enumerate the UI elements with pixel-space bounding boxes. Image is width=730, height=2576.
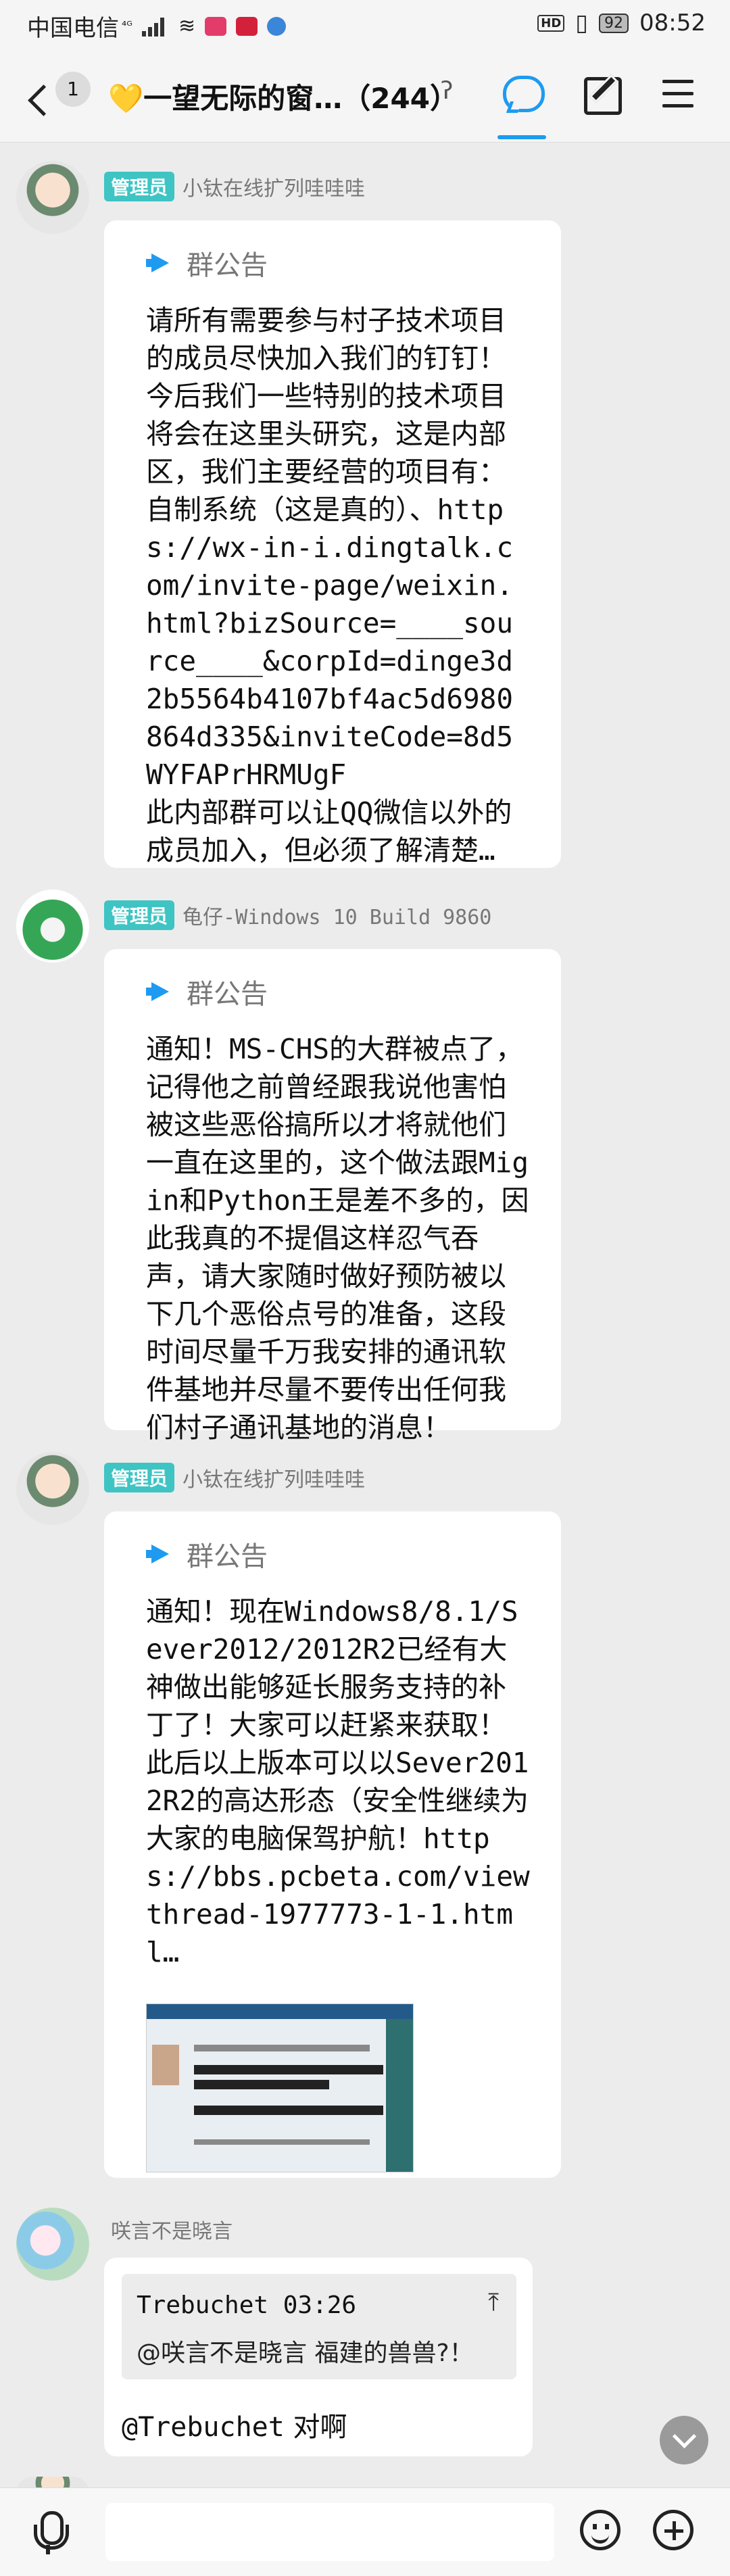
status-left: 中国电信 ⁴ᴳ ≋ — [27, 9, 287, 43]
status-right: HD ▯ 92 08:52 — [537, 9, 706, 37]
chat-title-text: 一望无际的窗…（244） — [143, 82, 458, 115]
message-meta: 咲言不是晓言 — [111, 2214, 233, 2244]
reply-text: @Trebuchet 对啊 — [122, 2405, 347, 2444]
vibrate-icon: ▯ — [575, 9, 589, 37]
announcement-card[interactable]: 群公告 通知！MS-CHS的大群被点了，记得他之前曾经跟我说他害怕被这些恶俗搞所… — [104, 949, 561, 1444]
sender-name[interactable]: 咲言不是晓言 — [111, 2214, 233, 2244]
mention[interactable]: @Trebuchet — [122, 2412, 285, 2443]
edit-note-icon[interactable] — [579, 70, 626, 118]
app-notification-icon — [236, 16, 258, 36]
announcement-header: 群公告 — [146, 243, 268, 283]
avatar[interactable] — [16, 161, 89, 234]
announcement-card[interactable]: 群公告 通知！现在Windows8/8.1/Sever2012/2012R2已经… — [104, 1511, 561, 2178]
reply-message[interactable]: Trebuchet 03:26 ⤒ @咲言不是晓言 福建的兽兽?！ @Trebu… — [104, 2258, 533, 2456]
megaphone-icon — [146, 982, 172, 1001]
announcement-body: 通知！MS-CHS的大群被点了，记得他之前曾经跟我说他害怕被这些恶俗搞所以才将就… — [146, 1033, 529, 1444]
jump-to-quote-icon[interactable]: ⤒ — [488, 2289, 499, 2317]
signal-icon — [142, 16, 169, 37]
announcement-label: 群公告 — [187, 250, 268, 281]
wifi-icon: ≋ — [178, 14, 196, 38]
status-bar: 中国电信 ⁴ᴳ ≋ HD ▯ 92 08:52 — [0, 0, 730, 54]
announcement-image[interactable] — [146, 2003, 414, 2172]
message-meta: 管理员 龟仔-Windows 10 Build 9860 — [104, 900, 491, 930]
hd-icon: HD — [537, 14, 565, 32]
quote-text: @咲言不是晓言 福建的兽兽?！ — [137, 2339, 474, 2367]
chat-bubble-icon[interactable] — [497, 70, 545, 118]
ear-icon[interactable]: ʔ — [441, 77, 453, 105]
sender-name[interactable]: 龟仔-Windows 10 Build 9860 — [182, 900, 491, 930]
network-type: ⁴ᴳ — [122, 19, 132, 33]
megaphone-icon — [146, 1545, 172, 1563]
emoji-icon[interactable] — [580, 2510, 620, 2550]
scroll-to-bottom-button[interactable] — [660, 2416, 708, 2464]
avatar[interactable] — [16, 2208, 89, 2281]
admin-badge: 管理员 — [104, 900, 175, 930]
group-badge-icon: 💛 — [108, 82, 144, 115]
avatar[interactable] — [16, 890, 89, 963]
carrier-label: 中国电信 — [27, 15, 119, 42]
announcement-body: 请所有需要参与村子技术项目的成员尽快加入我们的钉钉！今后我们一些特别的技术项目将… — [146, 304, 514, 867]
clock: 08:52 — [639, 9, 706, 37]
announcement-header: 群公告 — [146, 1534, 268, 1574]
sender-name[interactable]: 小钛在线扩列哇哇哇 — [182, 172, 365, 201]
megaphone-icon — [146, 253, 172, 272]
announcement-label: 群公告 — [187, 979, 268, 1010]
sender-name[interactable]: 小钛在线扩列哇哇哇 — [182, 1463, 365, 1492]
input-bar — [0, 2487, 730, 2576]
admin-badge: 管理员 — [104, 1463, 175, 1492]
announcement-card[interactable]: 群公告 请所有需要参与村子技术项目的成员尽快加入我们的钉钉！今后我们一些特别的技… — [104, 220, 561, 868]
active-tab-indicator — [497, 135, 546, 139]
announcement-label: 群公告 — [187, 1541, 268, 1572]
back-button[interactable] — [23, 76, 57, 123]
announcement-header: 群公告 — [146, 972, 268, 1011]
unread-count-badge[interactable]: 1 — [55, 72, 91, 107]
message-meta: 管理员 小钛在线扩列哇哇哇 — [104, 1463, 365, 1492]
reply-body: 对啊 — [293, 2412, 347, 2443]
app-notification-icon — [205, 16, 227, 36]
announcement-body: 通知！现在Windows8/8.1/Sever2012/2012R2已经有大神做… — [146, 1595, 530, 1968]
battery-icon: 92 — [599, 13, 629, 33]
message-meta: 管理员 小钛在线扩列哇哇哇 — [104, 172, 365, 201]
quoted-message[interactable]: Trebuchet 03:26 ⤒ @咲言不是晓言 福建的兽兽?！ — [122, 2274, 516, 2379]
plus-icon[interactable] — [653, 2510, 694, 2550]
chat-title[interactable]: 💛一望无际的窗…（244） — [108, 76, 458, 117]
avatar[interactable] — [16, 1452, 89, 1525]
quote-author: Trebuchet 03:26 — [137, 2291, 357, 2319]
message-input[interactable] — [105, 2503, 554, 2561]
hamburger-menu-icon[interactable] — [657, 70, 704, 118]
admin-badge: 管理员 — [104, 172, 175, 201]
app-notification-icon — [267, 16, 287, 36]
microphone-icon[interactable] — [31, 2511, 69, 2554]
